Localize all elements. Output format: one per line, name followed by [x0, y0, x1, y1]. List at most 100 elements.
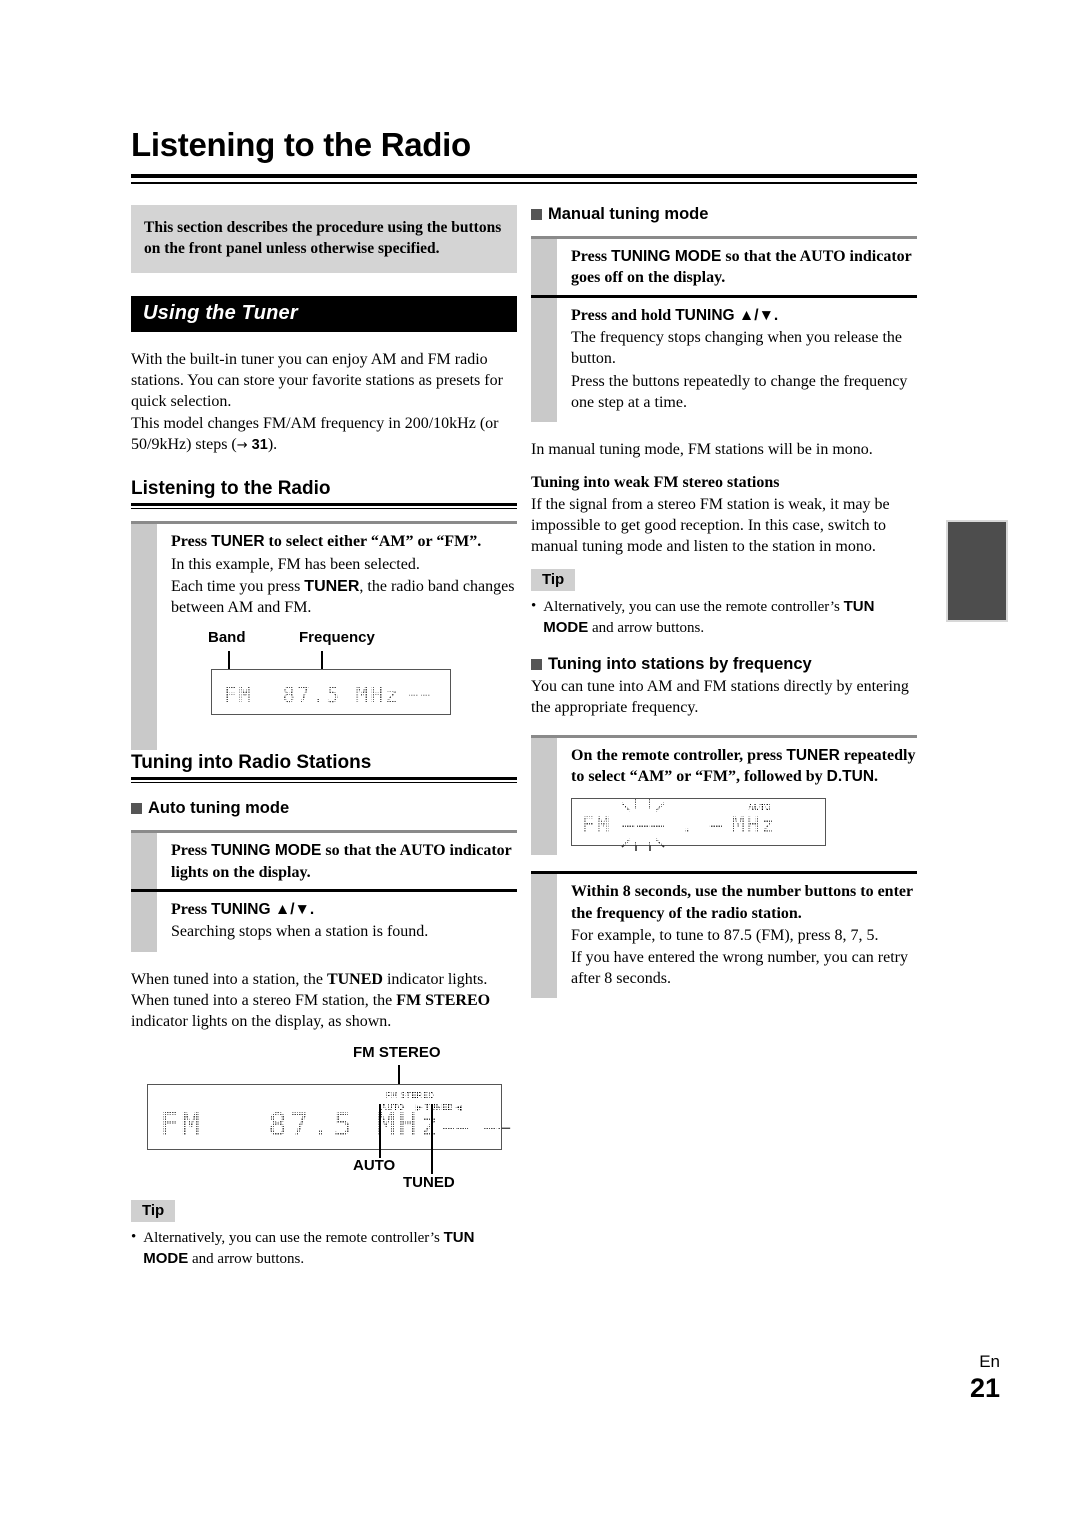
- procedure-auto-tuning: Press TUNING MODE so that the AUTO indic…: [131, 830, 517, 952]
- subheading-tuning-by-frequency: Tuning into stations by frequency: [531, 655, 917, 674]
- heading-weak-fm-stereo: Tuning into weak FM stereo stations: [531, 474, 780, 492]
- bullet-icon: •: [131, 1229, 137, 1246]
- indicator-name-fm-stereo: FM STEREO: [396, 991, 491, 1009]
- button-name-dtun: D.TUN: [826, 767, 875, 785]
- tuned-p-e: indicator lights on the display, as show…: [131, 1013, 392, 1031]
- man-step2-line-1: The frequency stops changing when you re…: [571, 329, 902, 368]
- step-title-5: Press and hold TUNING ▲/▼.: [571, 305, 917, 326]
- lcd-display-large: FM STEREO AUTO ▶ TUNED ◀ FM 87.5 MHz –– …: [147, 1084, 510, 1151]
- callout-label-frequency: Frequency: [299, 629, 375, 647]
- document-page: Listening to the Radio This section desc…: [0, 0, 1080, 1528]
- lcd-large-dashes: –– ––: [442, 1115, 513, 1140]
- lcd-indicator-auto-2: AUTO: [748, 803, 772, 813]
- page-arrow-icon: →: [236, 437, 248, 453]
- freq-step1-e: .: [874, 767, 879, 785]
- indicator-name-tuned: TUNED: [326, 970, 383, 988]
- blink-indicator-icon: [621, 799, 665, 852]
- step-title-3: Press TUNING ▲/▼.: [171, 899, 517, 920]
- heading-tuning-into-radio-stations: Tuning into Radio Stations: [131, 752, 372, 774]
- step-title-part-c: to select either “AM” or “FM”.: [264, 533, 482, 551]
- procedure-listening: Press TUNER to select either “AM” or “FM…: [131, 521, 517, 751]
- step-number-marker-4: [531, 239, 557, 295]
- step-press-hold-tuning: Press and hold TUNING ▲/▼. The frequency…: [531, 297, 917, 423]
- step-number-marker-3: [131, 891, 157, 952]
- callout-label-tuned: TUNED: [403, 1174, 455, 1192]
- right-column: Manual tuning mode Press TUNING MODE so …: [531, 205, 917, 999]
- heading-rule-thin-2: [131, 782, 517, 784]
- button-name-tuner: TUNER: [211, 533, 265, 551]
- subheading-label-2: Manual tuning mode: [548, 205, 709, 223]
- button-name-tuner-3: TUNER: [786, 746, 840, 764]
- tip-body: • Alternatively, you can use the remote …: [131, 1228, 517, 1270]
- intro-paragraph-2: This model changes FM/AM frequency in 20…: [131, 413, 517, 456]
- step-title-2: Press TUNING MODE so that the AUTO indic…: [171, 840, 517, 883]
- step-title-6: On the remote controller, press TUNER re…: [571, 745, 917, 788]
- auto-step1-a: Press: [171, 842, 212, 860]
- auto-step2-a: Press: [171, 900, 212, 918]
- callout-label-fm-stereo: FM STEREO: [353, 1044, 441, 1062]
- auto-step2-text: Searching stops when a station is found.: [171, 923, 429, 941]
- step-title: Press TUNER to select either “AM” or “FM…: [171, 531, 517, 552]
- lcd-indicator-fm-stereo: FM STEREO: [386, 1091, 435, 1101]
- callout-label-band: Band: [208, 629, 246, 647]
- subheading-label-3: Tuning into stations by frequency: [548, 655, 812, 673]
- step-press-tuner-dtun: On the remote controller, press TUNER re…: [531, 737, 917, 856]
- tip-text: Alternatively, you can use the remote co…: [143, 1228, 517, 1270]
- mono-paragraph: In manual tuning mode, FM stations will …: [531, 441, 873, 459]
- man-step2-a: Press and hold: [571, 306, 676, 324]
- lcd-display-entry: AUTO FM ––– . – MHz: [571, 798, 826, 852]
- tip-box-right: Tip • Alternatively, you can use the rem…: [531, 569, 917, 639]
- step-enter-frequency: Within 8 seconds, use the number buttons…: [531, 874, 917, 999]
- lcd-large-text: FM 87.5 MHz: [160, 1107, 442, 1144]
- bullet-icon-2: •: [531, 598, 537, 615]
- button-name-tuning-mode: TUNING MODE: [211, 842, 322, 860]
- man-step2-line-2: Press the buttons repeatedly to change t…: [571, 372, 908, 411]
- lcd-small-dashes: ––: [408, 685, 433, 706]
- tip-label: Tip: [131, 1200, 176, 1223]
- tuned-p-a: When tuned into a station, the: [131, 970, 327, 988]
- callout-label-auto: AUTO: [353, 1157, 396, 1175]
- callout-line-tuned: [431, 1104, 433, 1175]
- title-rule-thin: [131, 182, 917, 184]
- step-number-marker: [131, 524, 157, 751]
- lcd-small-text: FM 87.5 MHz: [224, 683, 400, 708]
- subheading-label: Auto tuning mode: [148, 799, 290, 818]
- footer-page-number: 21: [969, 1373, 1000, 1403]
- page-title: Listening to the Radio: [131, 126, 471, 163]
- step-press-tuning-mode-off: Press TUNING MODE so that the AUTO indic…: [531, 239, 917, 295]
- heading-listening-to-the-radio: Listening to the Radio: [131, 478, 331, 500]
- callout-line-auto: [379, 1104, 381, 1159]
- tip-label-2: Tip: [531, 569, 576, 592]
- step-number-marker-2: [131, 833, 157, 889]
- freq-step2-line-2: If you have entered the wrong number, yo…: [571, 948, 909, 988]
- subheading-manual-tuning-mode: Manual tuning mode: [531, 205, 917, 224]
- square-bullet-icon-3: [531, 659, 542, 670]
- tip-text-c-2: and arrow buttons.: [588, 620, 705, 637]
- left-column: This section describes the procedure usi…: [131, 205, 517, 1270]
- tip-text-c: and arrow buttons.: [188, 1251, 305, 1268]
- step-press-tuning-mode: Press TUNING MODE so that the AUTO indic…: [131, 833, 517, 889]
- button-name-tuner-2: TUNER: [304, 577, 360, 595]
- freq-step1-a: On the remote controller, press: [571, 746, 787, 764]
- lcd-entry-band: FM: [582, 813, 612, 838]
- step-line2-a: Each time you press: [171, 577, 305, 595]
- step-title-7: Within 8 seconds, use the number buttons…: [571, 883, 913, 922]
- tip-text-a: Alternatively, you can use the remote co…: [143, 1230, 444, 1247]
- step-title-4: Press TUNING MODE so that the AUTO indic…: [571, 246, 917, 289]
- weak-fm-paragraph: If the signal from a stereo FM station i…: [531, 495, 890, 556]
- step-number-marker-6: [531, 737, 557, 856]
- square-bullet-icon-2: [531, 209, 542, 220]
- procedure-direct-tuning: On the remote controller, press TUNER re…: [531, 734, 917, 999]
- section-bar-using-the-tuner: Using the Tuner: [131, 295, 517, 332]
- tuning-arrow-glyphs-2: ▲/▼.: [734, 306, 779, 324]
- tip-body-2: • Alternatively, you can use the remote …: [531, 597, 917, 639]
- tuning-arrow-glyphs: ▲/▼.: [270, 900, 315, 918]
- step-press-tuning-arrows: Press TUNING ▲/▼. Searching stops when a…: [131, 891, 517, 952]
- footer-language: En: [979, 1352, 1000, 1371]
- step-line-2: Each time you press TUNER, the radio ban…: [171, 576, 517, 619]
- callout-line-fm-stereo: [398, 1065, 400, 1086]
- tip-box-left: Tip • Alternatively, you can use the rem…: [131, 1200, 517, 1270]
- tip-text-a-2: Alternatively, you can use the remote co…: [543, 599, 844, 616]
- subheading-auto-tuning-mode: Auto tuning mode: [131, 799, 517, 818]
- heading-rule-thin: [131, 508, 517, 510]
